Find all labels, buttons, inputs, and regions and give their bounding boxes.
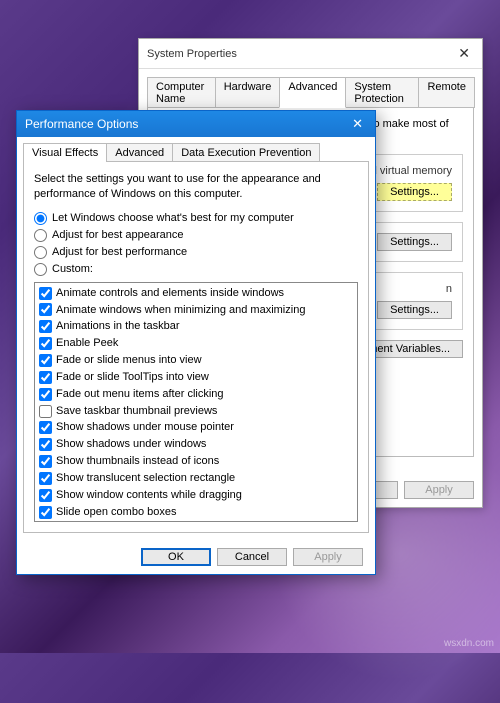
radio-input[interactable]	[34, 246, 47, 259]
radio-label: Adjust for best appearance	[52, 229, 183, 241]
close-icon[interactable]: ✕	[454, 45, 474, 62]
checkbox-input[interactable]	[39, 371, 52, 384]
cancel-button[interactable]: Cancel	[217, 548, 287, 566]
radio-input[interactable]	[34, 229, 47, 242]
list-item-label: Show shadows under mouse pointer	[56, 420, 234, 435]
list-item-label: Save taskbar thumbnail previews	[56, 404, 217, 419]
tab-advanced[interactable]: Advanced	[279, 77, 346, 108]
radio-input[interactable]	[34, 263, 47, 276]
watermark: wsxdn.com	[444, 638, 494, 649]
sysprops-title-text: System Properties	[147, 48, 237, 60]
list-item[interactable]: Animate windows when minimizing and maxi…	[37, 302, 355, 319]
perf-description: Select the settings you want to use for …	[34, 172, 358, 202]
tab-system-protection[interactable]: System Protection	[345, 77, 419, 108]
list-item-label: Animate windows when minimizing and maxi…	[56, 303, 305, 318]
radio-option[interactable]: Let Windows choose what's best for my co…	[34, 212, 358, 225]
list-item[interactable]: Show translucent selection rectangle	[37, 470, 355, 487]
perf-tabpanel: Select the settings you want to use for …	[23, 161, 369, 533]
sysprops-tabbar: Computer Name Hardware Advanced System P…	[147, 77, 474, 108]
list-item-label: Animate controls and elements inside win…	[56, 286, 284, 301]
list-item-label: Show thumbnails instead of icons	[56, 454, 219, 469]
startup-settings-button[interactable]: Settings...	[377, 301, 452, 319]
tab-computer-name[interactable]: Computer Name	[147, 77, 216, 108]
performance-options-window: Performance Options ✕ Visual Effects Adv…	[16, 110, 376, 575]
tab-hardware[interactable]: Hardware	[215, 77, 281, 108]
radio-group: Let Windows choose what's best for my co…	[34, 212, 358, 276]
list-item-label: Slide open combo boxes	[56, 505, 176, 520]
radio-option[interactable]: Adjust for best performance	[34, 246, 358, 259]
ok-button[interactable]: OK	[141, 548, 211, 566]
checkbox-input[interactable]	[39, 287, 52, 300]
list-item-label: Fade or slide menus into view	[56, 353, 202, 368]
checkbox-input[interactable]	[39, 506, 52, 519]
list-item-label: Enable Peek	[56, 336, 118, 351]
checkbox-input[interactable]	[39, 320, 52, 333]
list-item[interactable]: Show shadows under windows	[37, 436, 355, 453]
checkbox-input[interactable]	[39, 472, 52, 485]
list-item-label: Show window contents while dragging	[56, 488, 242, 503]
radio-input[interactable]	[34, 212, 47, 225]
perf-title-text: Performance Options	[25, 117, 138, 131]
perf-button-row: OK Cancel Apply	[17, 540, 375, 574]
list-item-label: Fade out menu items after clicking	[56, 387, 224, 402]
tab-visual-effects[interactable]: Visual Effects	[23, 143, 107, 162]
checkbox-input[interactable]	[39, 455, 52, 468]
visual-effects-listbox[interactable]: Animate controls and elements inside win…	[34, 282, 358, 522]
checkbox-input[interactable]	[39, 337, 52, 350]
checkbox-input[interactable]	[39, 405, 52, 418]
userprofiles-settings-button[interactable]: Settings...	[377, 233, 452, 251]
checkbox-input[interactable]	[39, 354, 52, 367]
radio-label: Adjust for best performance	[52, 246, 187, 258]
sysprops-apply-button[interactable]: Apply	[404, 481, 474, 499]
list-item[interactable]: Fade or slide ToolTips into view	[37, 369, 355, 386]
list-item[interactable]: Fade out menu items after clicking	[37, 386, 355, 403]
list-item-label: Show shadows under windows	[56, 437, 206, 452]
tab-remote[interactable]: Remote	[418, 77, 475, 108]
sysprops-titlebar: System Properties ✕	[139, 39, 482, 69]
list-item-label: Animations in the taskbar	[56, 319, 180, 334]
checkbox-input[interactable]	[39, 489, 52, 502]
list-item-label: Show translucent selection rectangle	[56, 471, 235, 486]
checkbox-input[interactable]	[39, 421, 52, 434]
list-item[interactable]: Animate controls and elements inside win…	[37, 285, 355, 302]
radio-option[interactable]: Adjust for best appearance	[34, 229, 358, 242]
performance-settings-button[interactable]: Settings...	[377, 183, 452, 201]
radio-label: Let Windows choose what's best for my co…	[52, 212, 294, 224]
checkbox-input[interactable]	[39, 303, 52, 316]
apply-button[interactable]: Apply	[293, 548, 363, 566]
list-item[interactable]: Smooth edges of screen fonts	[37, 521, 355, 522]
perf-titlebar: Performance Options ✕	[17, 111, 375, 137]
radio-option[interactable]: Custom:	[34, 263, 358, 276]
list-item[interactable]: Show window contents while dragging	[37, 487, 355, 504]
checkbox-input[interactable]	[39, 438, 52, 451]
close-icon[interactable]: ✕	[348, 116, 367, 132]
list-item[interactable]: Fade or slide menus into view	[37, 352, 355, 369]
radio-label: Custom:	[52, 263, 93, 275]
list-item[interactable]: Slide open combo boxes	[37, 504, 355, 521]
list-item[interactable]: Animations in the taskbar	[37, 318, 355, 335]
checkbox-input[interactable]	[39, 388, 52, 401]
list-item[interactable]: Enable Peek	[37, 335, 355, 352]
tab-perf-advanced[interactable]: Advanced	[106, 143, 173, 162]
tab-dep[interactable]: Data Execution Prevention	[172, 143, 320, 162]
perf-tabbar: Visual Effects Advanced Data Execution P…	[23, 143, 369, 162]
list-item[interactable]: Show thumbnails instead of icons	[37, 453, 355, 470]
list-item-label: Fade or slide ToolTips into view	[56, 370, 209, 385]
list-item[interactable]: Save taskbar thumbnail previews	[37, 403, 355, 420]
list-item[interactable]: Show shadows under mouse pointer	[37, 419, 355, 436]
